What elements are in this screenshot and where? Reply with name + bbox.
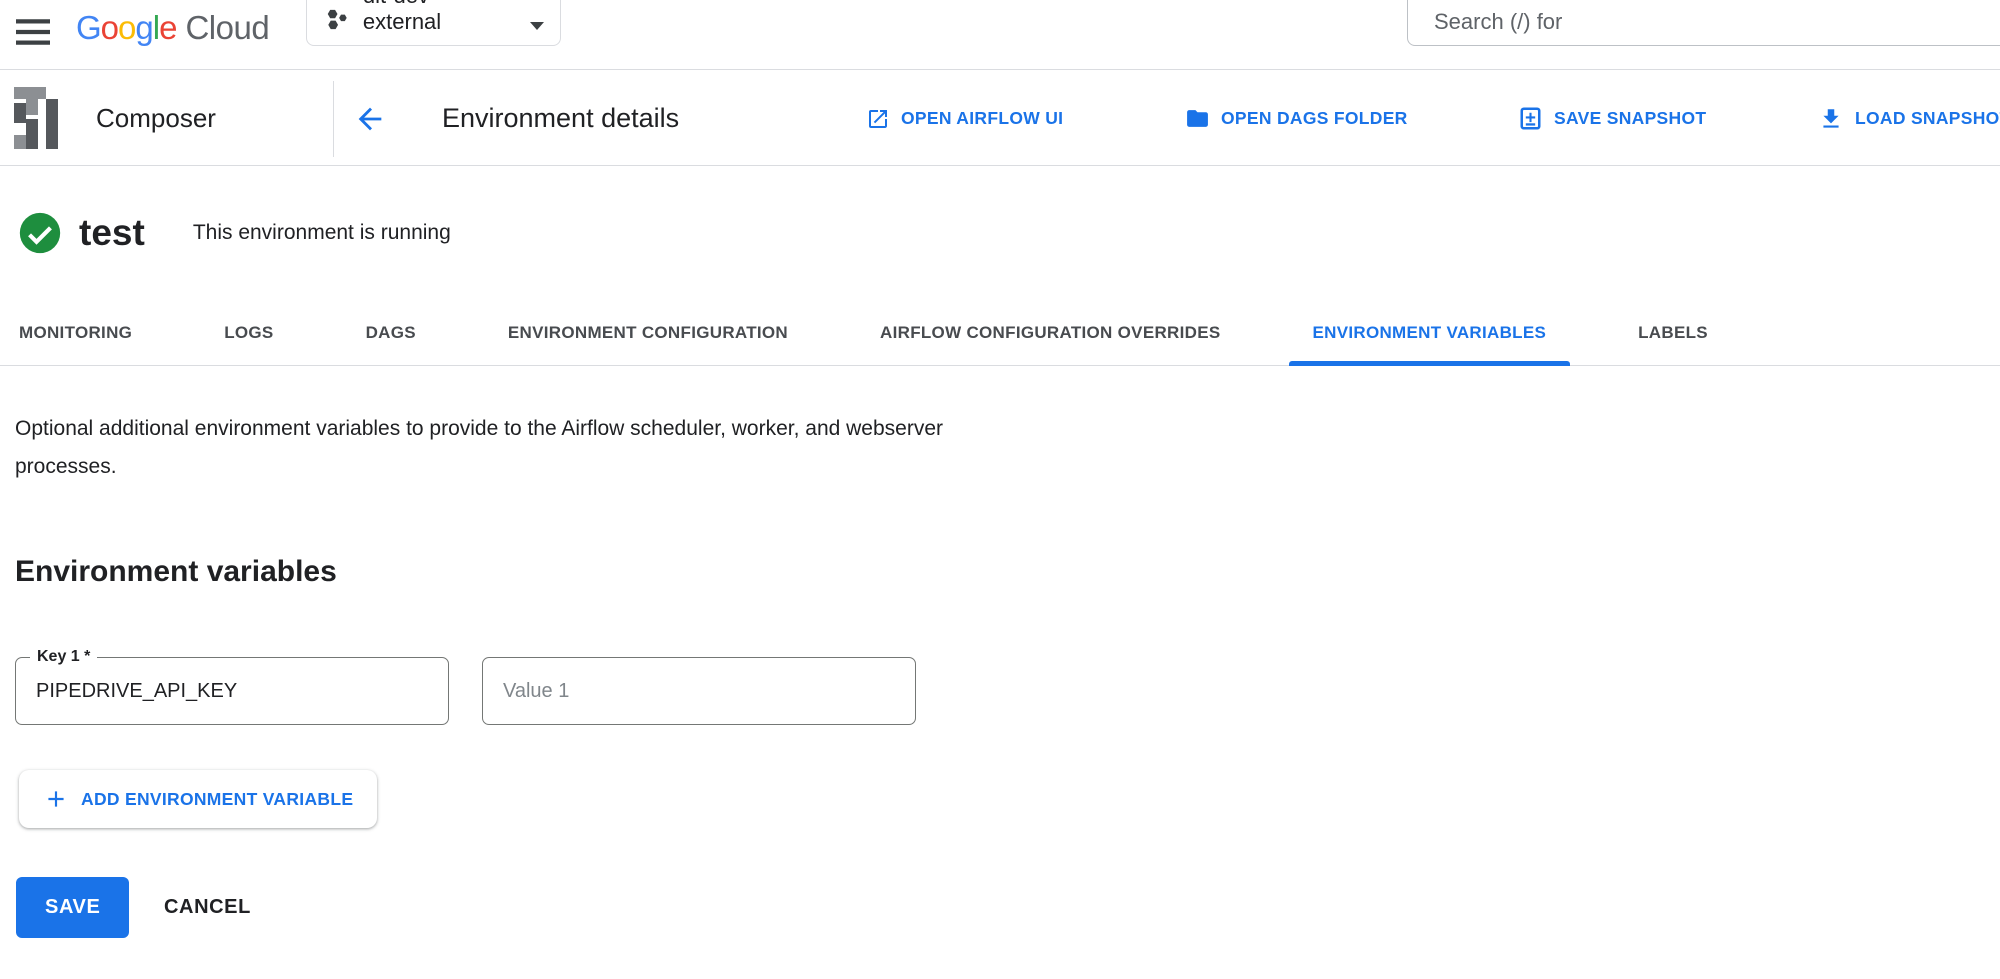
add-environment-variable-button[interactable]: ADD ENVIRONMENT VARIABLE bbox=[19, 770, 377, 828]
tab-airflow-configuration-overrides[interactable]: AIRFLOW CONFIGURATION OVERRIDES bbox=[856, 300, 1244, 366]
product-name: Composer bbox=[96, 71, 216, 166]
hamburger-icon bbox=[16, 17, 50, 47]
open-airflow-ui-button[interactable]: OPEN AIRFLOW UI bbox=[866, 71, 1063, 166]
tab-logs[interactable]: LOGS bbox=[200, 300, 297, 366]
open-dags-folder-button[interactable]: OPEN DAGS FOLDER bbox=[1185, 71, 1408, 166]
top-navigation-bar: GoogleCloud dlt-dev-external Search (/) … bbox=[0, 0, 2000, 70]
load-snapshot-button[interactable]: LOAD SNAPSHOT bbox=[1818, 71, 2000, 166]
google-logo-letter: o bbox=[101, 9, 118, 46]
action-label: LOAD SNAPSHOT bbox=[1855, 108, 2000, 129]
tab-monitoring[interactable]: MONITORING bbox=[0, 300, 156, 366]
tab-labels[interactable]: LABELS bbox=[1614, 300, 1732, 366]
key-field-label: Key 1 * bbox=[30, 647, 97, 667]
folder-icon bbox=[1185, 106, 1210, 131]
key-field-wrapper: Key 1 * bbox=[15, 657, 449, 725]
save-snapshot-button[interactable]: SAVE SNAPSHOT bbox=[1518, 71, 1706, 166]
google-logo-letter: g bbox=[135, 9, 152, 46]
tab-environment-configuration[interactable]: ENVIRONMENT CONFIGURATION bbox=[484, 300, 812, 366]
composer-header-bar: Composer Environment details OPEN AIRFLO… bbox=[0, 71, 2000, 166]
value-input[interactable] bbox=[482, 657, 916, 725]
composer-logo-icon bbox=[10, 86, 62, 150]
key-input[interactable] bbox=[15, 657, 449, 725]
section-title: Environment variables bbox=[15, 555, 337, 589]
menu-icon[interactable] bbox=[16, 17, 50, 47]
google-logo-letter: e bbox=[159, 9, 176, 46]
open-in-new-icon bbox=[866, 107, 890, 131]
project-name: dlt-dev-external bbox=[363, 0, 514, 35]
search-input[interactable]: Search (/) for bbox=[1407, 0, 2000, 46]
google-logo-letter: o bbox=[118, 9, 135, 46]
tab-description: Optional additional environment variable… bbox=[15, 410, 1025, 486]
action-label: OPEN DAGS FOLDER bbox=[1221, 108, 1408, 129]
search-placeholder: Search (/) for bbox=[1434, 9, 1562, 35]
arrow-back-icon bbox=[353, 102, 387, 136]
action-label: SAVE SNAPSHOT bbox=[1554, 108, 1706, 129]
back-button[interactable] bbox=[353, 101, 391, 137]
project-selector[interactable]: dlt-dev-external bbox=[306, 0, 561, 46]
download-icon bbox=[1818, 106, 1844, 132]
value-field-wrapper bbox=[482, 657, 916, 725]
google-cloud-logo: GoogleCloud bbox=[76, 9, 269, 47]
cancel-button[interactable]: CANCEL bbox=[150, 877, 265, 938]
save-button[interactable]: SAVE bbox=[16, 877, 129, 938]
environment-status-row: test This environment is running bbox=[18, 205, 451, 261]
check-circle-icon bbox=[18, 211, 62, 255]
save-snapshot-icon bbox=[1518, 106, 1543, 131]
action-label: OPEN AIRFLOW UI bbox=[901, 108, 1063, 129]
add-button-label: ADD ENVIRONMENT VARIABLE bbox=[81, 789, 353, 810]
tab-dags[interactable]: DAGS bbox=[342, 300, 440, 366]
environment-name: test bbox=[79, 212, 145, 254]
google-logo-letter: G bbox=[76, 9, 101, 46]
header-divider bbox=[333, 81, 334, 157]
cloud-logo-text: Cloud bbox=[185, 9, 269, 46]
caret-down-icon bbox=[530, 22, 544, 30]
environment-status-message: This environment is running bbox=[193, 221, 451, 245]
page-title: Environment details bbox=[442, 71, 679, 166]
environment-tabs: MONITORING LOGS DAGS ENVIRONMENT CONFIGU… bbox=[0, 300, 2000, 366]
plus-icon bbox=[43, 786, 69, 812]
tab-environment-variables[interactable]: ENVIRONMENT VARIABLES bbox=[1289, 300, 1571, 366]
project-hexagons-icon bbox=[325, 7, 349, 33]
